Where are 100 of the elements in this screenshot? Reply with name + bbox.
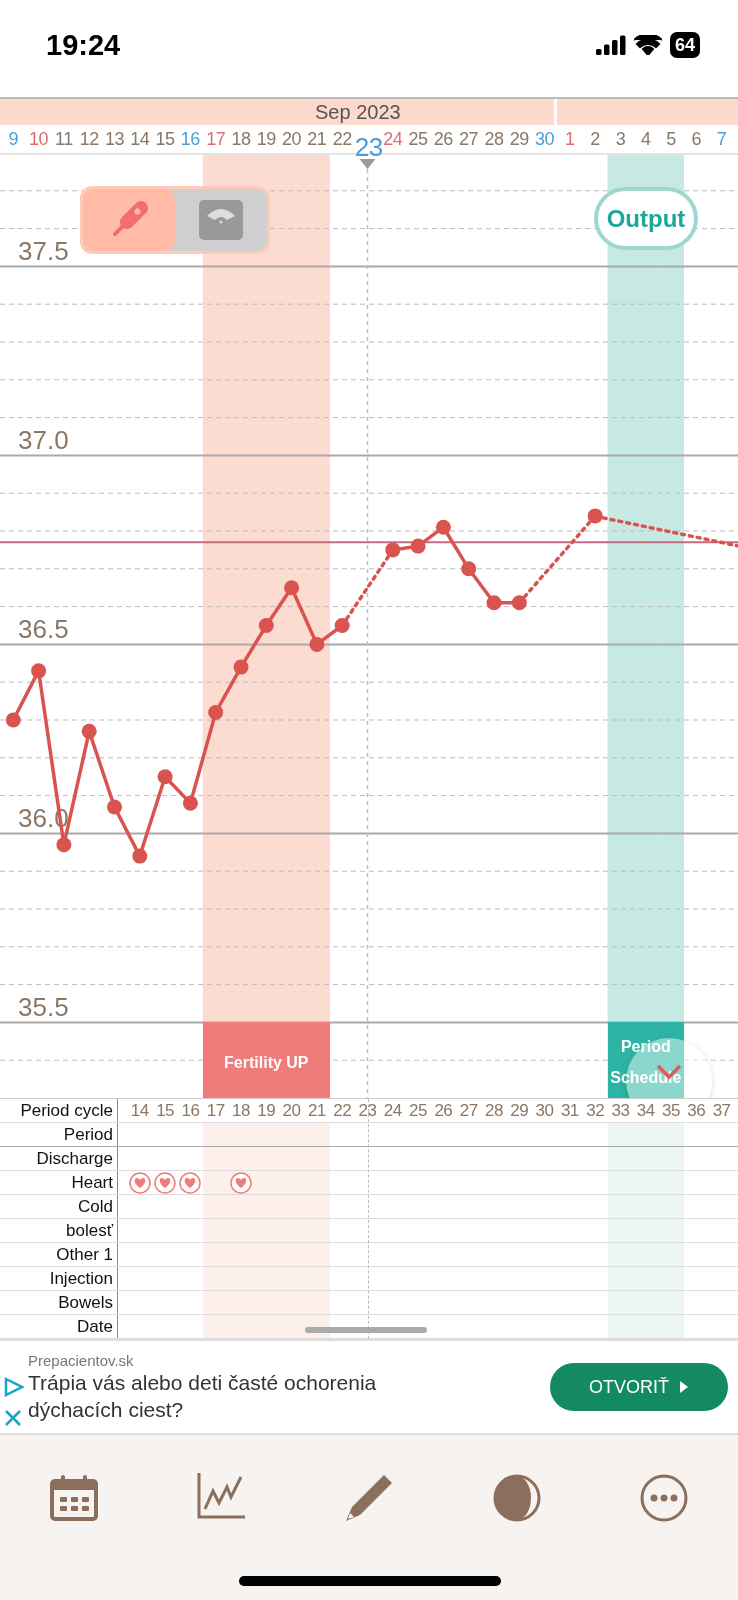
shaded-cell — [607, 1315, 634, 1338]
day-label[interactable]: 4 — [633, 125, 659, 153]
cycle-day: 22 — [333, 1100, 352, 1121]
axis-label: 37.5 — [18, 236, 69, 267]
ad-headline[interactable]: Trápia vás alebo deti časté ochorenia dýchacích ciest? — [28, 1368, 458, 1423]
cycle-day: 28 — [485, 1100, 503, 1121]
cycle-day: 15 — [156, 1100, 175, 1121]
shaded-cell — [658, 1291, 684, 1314]
shaded-cell — [607, 1243, 634, 1266]
data-point — [486, 595, 502, 611]
data-point — [157, 769, 173, 785]
cycle-day: 35 — [662, 1100, 680, 1121]
day-label[interactable]: 15 — [152, 125, 178, 153]
pencil-icon[interactable] — [344, 1473, 394, 1523]
day-label[interactable]: 3 — [607, 125, 634, 153]
shaded-cell — [658, 1315, 684, 1338]
day-label[interactable]: 29 — [506, 125, 532, 153]
axis-label: 37.0 — [18, 425, 69, 456]
day-label[interactable]: 28 — [481, 125, 507, 153]
cycle-day: 21 — [307, 1100, 326, 1121]
day-label[interactable]: 21 — [304, 125, 330, 153]
day-label[interactable]: 7 — [708, 125, 735, 153]
day-label[interactable]: 26 — [430, 125, 456, 153]
data-point — [587, 508, 603, 524]
shaded-cell — [658, 1195, 684, 1218]
data-point — [461, 561, 477, 577]
cycle-day: 16 — [181, 1100, 200, 1121]
band-label: Fertility UP — [203, 1022, 330, 1098]
row-label: Date — [0, 1315, 118, 1338]
cycle-day: 36 — [687, 1100, 706, 1121]
data-point — [435, 519, 451, 535]
shaded-cell — [304, 1195, 330, 1218]
day-label[interactable]: 22 — [329, 125, 355, 153]
day-label[interactable]: 17 — [203, 125, 229, 153]
data-point — [233, 659, 249, 675]
shaded-cell — [203, 1195, 229, 1218]
shaded-cell — [203, 1267, 229, 1290]
scale-icon — [199, 200, 243, 240]
row-label: bolesť — [0, 1219, 118, 1242]
shaded-cell — [607, 1291, 634, 1314]
data-point — [258, 618, 274, 633]
day-label[interactable]: 2 — [582, 125, 608, 153]
close-icon[interactable] — [4, 1409, 22, 1427]
day-label[interactable]: 20 — [278, 125, 305, 153]
day-label[interactable]: 13 — [101, 125, 128, 153]
more-icon[interactable] — [639, 1473, 690, 1523]
data-point — [182, 795, 198, 811]
battery-icon: 64 — [669, 32, 700, 58]
row-label: Period cycle — [0, 1099, 118, 1122]
status-time: 19:24 — [46, 28, 121, 62]
shaded-cell — [203, 1243, 229, 1266]
data-point — [410, 538, 426, 554]
day-label[interactable]: 14 — [127, 125, 153, 153]
axis-label: 36.5 — [18, 614, 69, 645]
output-button[interactable]: Output — [594, 187, 698, 250]
cycle-day: 33 — [611, 1100, 630, 1121]
shaded-cell — [658, 1147, 684, 1170]
day-label[interactable]: 30 — [531, 125, 558, 153]
row-label: Period — [0, 1123, 118, 1146]
shaded-cell — [203, 1147, 229, 1170]
cycle-day: 14 — [130, 1100, 149, 1121]
day-label[interactable]: 12 — [76, 125, 102, 153]
shaded-cell — [203, 1291, 229, 1314]
row-label: Discharge — [0, 1147, 118, 1170]
day-label[interactable]: 16 — [177, 125, 203, 153]
cycle-day: 32 — [586, 1100, 605, 1121]
day-label[interactable]: 23 — [354, 133, 381, 161]
thermometer-tab[interactable] — [83, 189, 175, 251]
shaded-cell — [607, 1267, 634, 1290]
day-label[interactable]: 27 — [456, 125, 482, 153]
shaded-cell — [607, 1123, 634, 1146]
open-button[interactable]: OTVORIŤ — [550, 1363, 728, 1411]
day-label[interactable]: 18 — [228, 125, 254, 153]
day-label[interactable]: 5 — [658, 125, 684, 153]
shaded-cell — [304, 1243, 330, 1266]
calendar-icon[interactable] — [49, 1473, 98, 1523]
row-label: Other 1 — [0, 1243, 118, 1266]
shaded-cell — [304, 1267, 330, 1290]
shaded-cell — [304, 1171, 330, 1194]
data-point — [309, 636, 325, 652]
cycle-day: 18 — [232, 1100, 250, 1121]
half-moon-icon[interactable] — [491, 1473, 542, 1523]
day-label[interactable]: 19 — [253, 125, 279, 153]
data-point — [334, 618, 350, 633]
shaded-cell — [203, 1219, 229, 1242]
scroll-handle[interactable] — [305, 1327, 427, 1333]
day-label[interactable]: 9 — [0, 125, 26, 153]
data-point — [31, 663, 47, 679]
shaded-cell — [607, 1219, 634, 1242]
shaded-cell — [658, 1243, 684, 1266]
day-label[interactable]: 11 — [51, 125, 77, 153]
cycle-day: 20 — [282, 1100, 301, 1121]
cycle-day: 19 — [257, 1100, 276, 1121]
ad-info-icon[interactable] — [4, 1377, 24, 1397]
cycle-day: 37 — [712, 1100, 731, 1121]
day-label[interactable]: 1 — [557, 125, 583, 153]
data-point — [511, 595, 527, 611]
day-label[interactable]: 10 — [25, 125, 52, 153]
day-label[interactable]: 25 — [405, 125, 431, 153]
day-label[interactable]: 6 — [683, 125, 709, 153]
